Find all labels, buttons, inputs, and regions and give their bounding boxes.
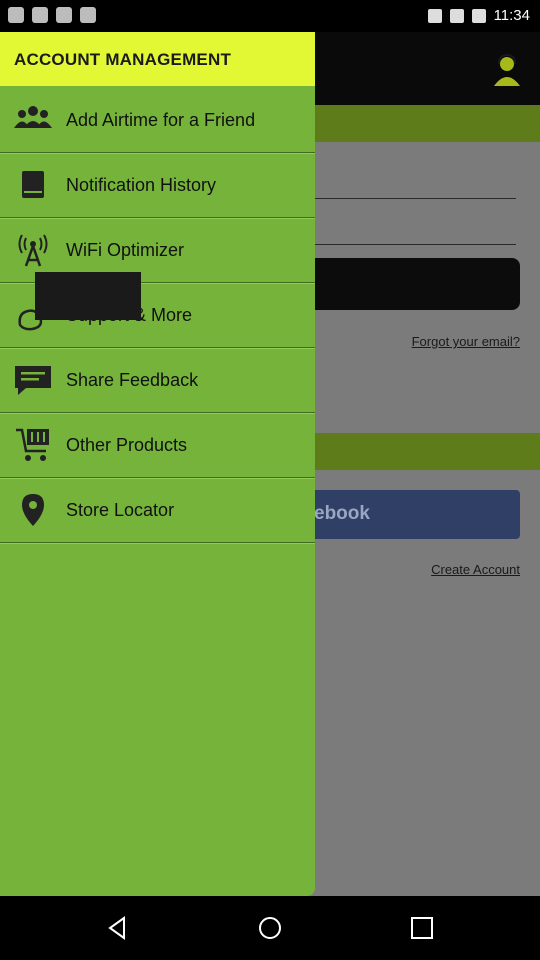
menu-item-label: Add Airtime for a Friend <box>66 110 256 130</box>
create-account-link[interactable]: Create Account <box>431 562 520 577</box>
wifi-icon <box>427 8 442 23</box>
battery-icon <box>471 8 486 23</box>
book-icon <box>14 167 52 203</box>
menu-item-notification-history[interactable]: Notification History <box>0 153 315 218</box>
tooltip-overlay <box>35 272 141 320</box>
chat-icon <box>14 362 52 398</box>
email-field[interactable] <box>314 198 516 199</box>
location-pin-icon <box>14 492 52 528</box>
notification-icon <box>80 7 96 23</box>
menu-item-add-airtime[interactable]: Add Airtime for a Friend <box>0 88 315 153</box>
password-field[interactable] <box>314 244 516 245</box>
menu-item-store-locator[interactable]: Store Locator <box>0 478 315 543</box>
notification-icon <box>8 7 24 23</box>
cart-icon <box>14 427 52 463</box>
notification-icon <box>32 7 48 23</box>
facebook-login-button[interactable]: ebook <box>314 490 520 539</box>
forgot-email-link[interactable]: Forgot your email? <box>412 334 520 349</box>
menu-item-label: WiFi Optimizer <box>66 240 184 260</box>
drawer-title: ACCOUNT MANAGEMENT <box>14 50 232 69</box>
notification-icons <box>8 7 96 23</box>
menu-item-label: Store Locator <box>66 500 175 520</box>
signal-icon <box>449 8 464 23</box>
drawer-header: ACCOUNT MANAGEMENT <box>0 32 315 86</box>
system-nav-bar <box>0 896 540 960</box>
antenna-icon <box>14 232 52 268</box>
navigation-drawer: ACCOUNT MANAGEMENT Add Airtime for a Fri… <box>0 32 315 896</box>
sign-in-button[interactable] <box>314 258 520 310</box>
facebook-button-label: ebook <box>314 503 370 524</box>
menu-item-label: Share Feedback <box>66 370 199 390</box>
status-time: 11:34 <box>493 7 530 24</box>
people-icon <box>14 102 52 138</box>
status-bar: 11:34 <box>0 0 540 32</box>
home-icon[interactable] <box>256 914 284 942</box>
recents-icon[interactable] <box>408 914 436 942</box>
notification-icon <box>56 7 72 23</box>
support-agent-icon[interactable] <box>490 52 524 86</box>
menu-item-label: Other Products <box>66 435 188 455</box>
menu-item-share-feedback[interactable]: Share Feedback <box>0 348 315 413</box>
menu-item-label: Notification History <box>66 175 217 195</box>
back-icon[interactable] <box>104 914 132 942</box>
menu-item-other-products[interactable]: Other Products <box>0 413 315 478</box>
